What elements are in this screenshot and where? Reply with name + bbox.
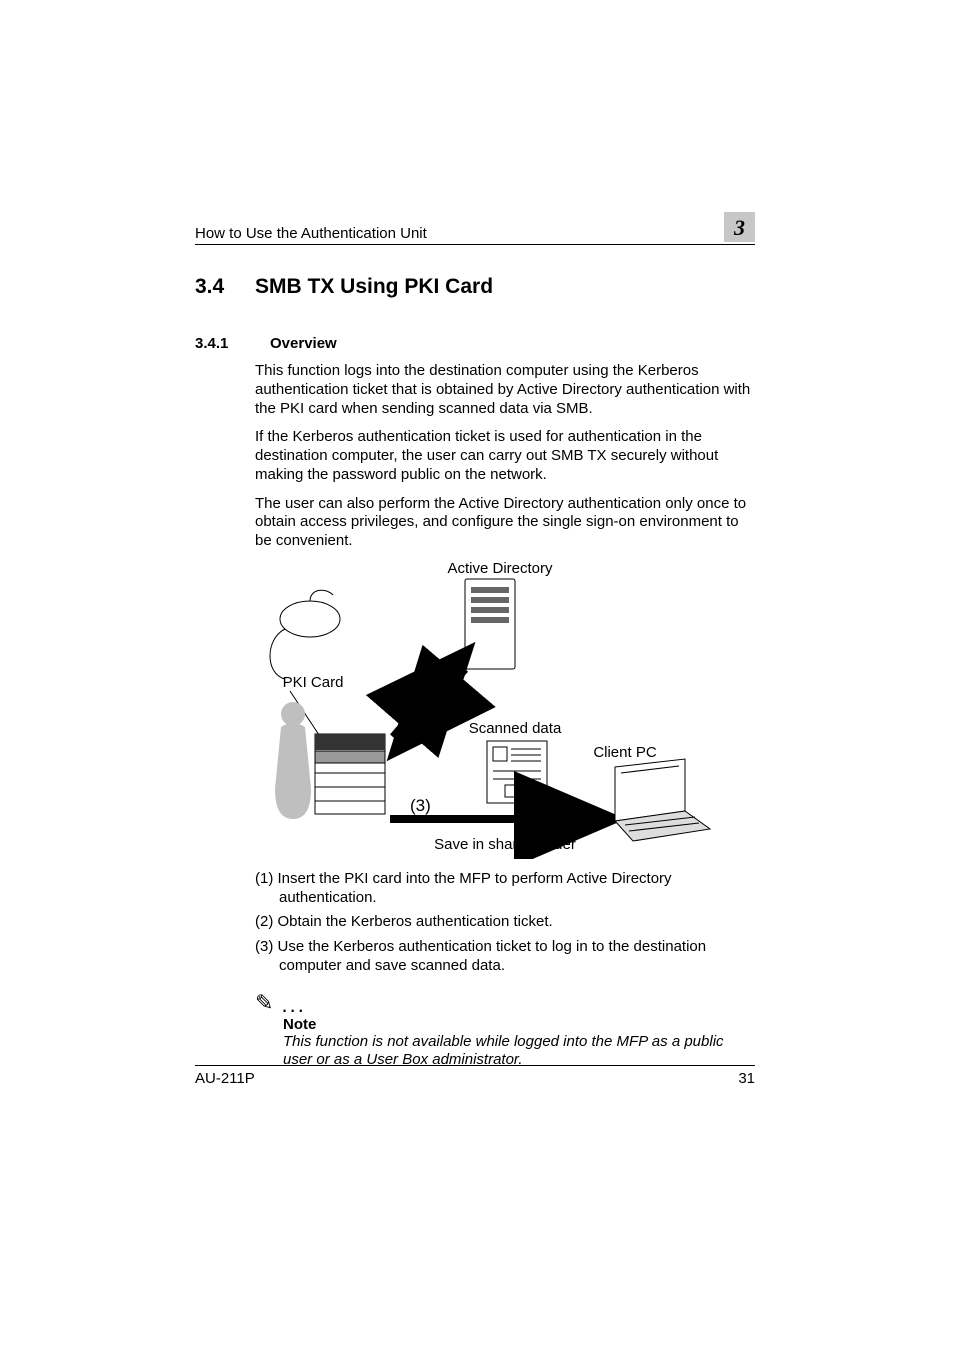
diagram: Active Directory PKI Card xyxy=(255,559,755,864)
diagram-marker-3: (3) xyxy=(410,796,431,815)
footer-page: 31 xyxy=(738,1070,755,1087)
card-reader-icon xyxy=(270,590,340,679)
diagram-svg: Active Directory PKI Card xyxy=(255,559,715,859)
diagram-label-save: Save in shared folder xyxy=(434,836,576,853)
subsection-number: 3.4.1 xyxy=(195,335,270,352)
laptop-icon xyxy=(615,759,710,841)
page-footer: AU-211P 31 xyxy=(195,1065,755,1087)
section-title: SMB TX Using PKI Card xyxy=(255,275,493,299)
note-block: ✎ ... Note This function is not availabl… xyxy=(255,990,755,1071)
section-number: 3.4 xyxy=(195,275,255,299)
step-3: (3) Use the Kerberos authentication tick… xyxy=(255,938,755,976)
diagram-label-pki: PKI Card xyxy=(283,674,344,691)
note-icon: ✎ ... xyxy=(255,997,306,1014)
server-icon xyxy=(465,579,515,669)
running-header: How to Use the Authentication Unit 3 xyxy=(195,212,755,245)
diagram-steps: (1) Insert the PKI card into the MFP to … xyxy=(255,870,755,976)
diagram-label-scanned: Scanned data xyxy=(469,720,562,737)
running-head-text: How to Use the Authentication Unit xyxy=(195,225,427,242)
diagram-marker-1: (1) xyxy=(413,668,434,687)
diagram-label-ad: Active Directory xyxy=(447,560,553,577)
paragraph-2: If the Kerberos authentication ticket is… xyxy=(255,428,755,484)
note-label: Note xyxy=(283,1016,755,1033)
step-2: (2) Obtain the Kerberos authentication t… xyxy=(255,913,755,932)
mfp-icon xyxy=(315,734,385,814)
diagram-marker-2: (2) xyxy=(437,704,458,723)
subsection-title: Overview xyxy=(270,335,337,352)
paragraph-3: The user can also perform the Active Dir… xyxy=(255,495,755,551)
document-icon xyxy=(487,741,547,803)
step-1: (1) Insert the PKI card into the MFP to … xyxy=(255,870,755,908)
section-heading: 3.4 SMB TX Using PKI Card xyxy=(195,275,755,299)
footer-model: AU-211P xyxy=(195,1070,255,1087)
diagram-label-client: Client PC xyxy=(593,744,657,761)
subsection-heading: 3.4.1 Overview xyxy=(195,335,755,352)
paragraph-1: This function logs into the destination … xyxy=(255,362,755,418)
person-icon xyxy=(275,702,311,819)
page-body: How to Use the Authentication Unit 3 3.4… xyxy=(195,212,755,1070)
chapter-badge: 3 xyxy=(724,212,755,242)
